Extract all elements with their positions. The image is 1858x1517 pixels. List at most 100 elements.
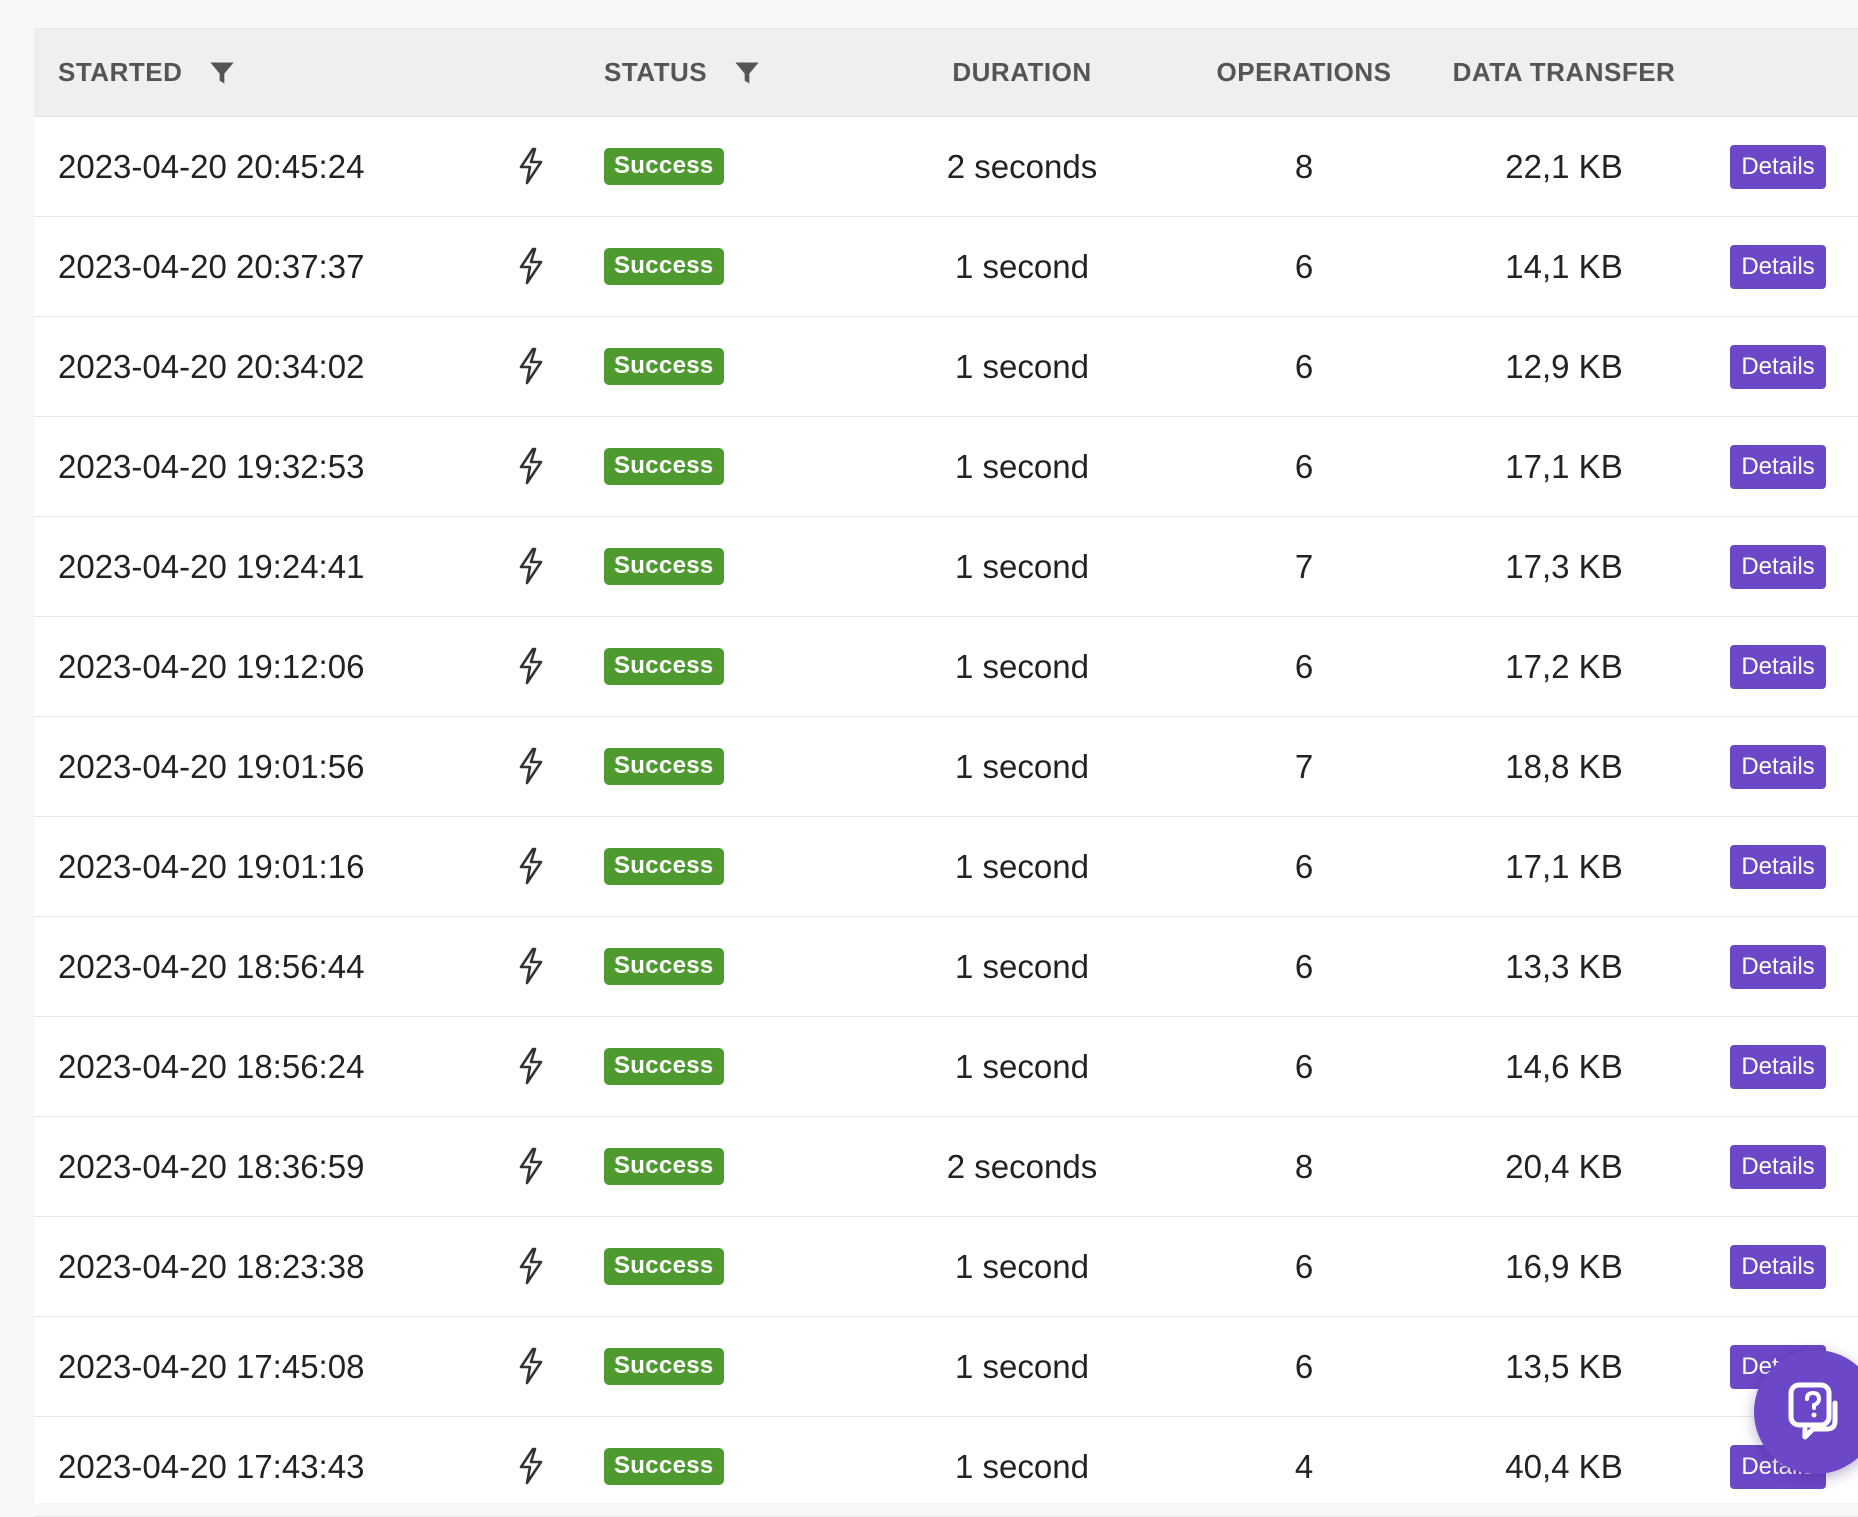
status-badge: Success xyxy=(604,1248,724,1285)
table-row: 2023-04-20 17:45:08 Success 1 second 6 13,5 … xyxy=(34,1317,1858,1417)
status-badge: Success xyxy=(604,1048,724,1085)
column-header-started-label: STARTED xyxy=(58,57,183,87)
duration-cell: 1 second xyxy=(955,1447,1089,1485)
lightning-bolt-icon xyxy=(516,647,546,685)
column-header-duration: DURATION xyxy=(872,29,1172,116)
status-badge: Success xyxy=(604,248,724,285)
table-row: 2023-04-20 18:56:44 Success 1 second 6 13,3 … xyxy=(34,917,1858,1017)
table-row: 2023-04-20 18:56:24 Success 1 second 6 14,6 … xyxy=(34,1017,1858,1117)
data-transfer-cell: 17,3 KB xyxy=(1505,547,1623,585)
operations-cell: 6 xyxy=(1294,1047,1314,1085)
details-button[interactable]: Details xyxy=(1730,545,1826,589)
filter-icon[interactable] xyxy=(208,59,236,87)
lightning-bolt-icon xyxy=(516,247,546,285)
table-header: STARTED STATUS DURATION OPERATIONS DATA … xyxy=(34,29,1858,117)
table-row: 2023-04-20 17:43:43 Success 1 second 4 40,4 … xyxy=(34,1417,1858,1517)
status-cell: Success xyxy=(604,1017,724,1116)
started-cell: 2023-04-20 17:45:08 xyxy=(58,1347,365,1385)
lightning-bolt-icon xyxy=(516,147,546,185)
column-header-started[interactable]: STARTED xyxy=(58,29,236,116)
started-cell: 2023-04-20 19:01:16 xyxy=(58,847,365,885)
operations-cell: 6 xyxy=(1294,247,1314,285)
column-header-operations-label: OPERATIONS xyxy=(1216,57,1392,87)
table-row: 2023-04-20 19:24:41 Success 1 second 7 17,3 … xyxy=(34,517,1858,617)
data-transfer-cell: 17,1 KB xyxy=(1505,447,1623,485)
data-transfer-cell: 22,1 KB xyxy=(1505,147,1623,185)
started-cell: 2023-04-20 19:32:53 xyxy=(58,447,365,485)
operations-cell: 7 xyxy=(1294,747,1314,785)
status-cell: Success xyxy=(604,817,724,916)
details-button[interactable]: Details xyxy=(1730,645,1826,689)
table-row: 2023-04-20 18:23:38 Success 1 second 6 16,9 … xyxy=(34,1217,1858,1317)
status-cell: Success xyxy=(604,617,724,716)
operations-cell: 6 xyxy=(1294,847,1314,885)
lightning-bolt-icon xyxy=(516,547,546,585)
details-button[interactable]: Details xyxy=(1730,945,1826,989)
data-transfer-cell: 13,5 KB xyxy=(1505,1347,1623,1385)
operations-cell: 6 xyxy=(1294,347,1314,385)
started-cell: 2023-04-20 20:37:37 xyxy=(58,247,365,285)
duration-cell: 1 second xyxy=(955,947,1089,985)
status-cell: Success xyxy=(604,1217,724,1316)
operations-cell: 4 xyxy=(1294,1447,1314,1485)
status-cell: Success xyxy=(604,117,724,216)
duration-cell: 1 second xyxy=(955,1047,1089,1085)
lightning-bolt-icon xyxy=(516,447,546,485)
details-button[interactable]: Details xyxy=(1730,145,1826,189)
data-transfer-cell: 12,9 KB xyxy=(1505,347,1623,385)
status-badge: Success xyxy=(604,1448,724,1485)
started-cell: 2023-04-20 17:43:43 xyxy=(58,1447,365,1485)
duration-cell: 1 second xyxy=(955,1347,1089,1385)
duration-cell: 1 second xyxy=(955,447,1089,485)
lightning-bolt-icon xyxy=(516,747,546,785)
status-badge: Success xyxy=(604,948,724,985)
data-transfer-cell: 17,1 KB xyxy=(1505,847,1623,885)
duration-cell: 2 seconds xyxy=(946,1147,1098,1185)
status-cell: Success xyxy=(604,1317,724,1416)
started-cell: 2023-04-20 20:45:24 xyxy=(58,147,365,185)
table-row: 2023-04-20 19:01:16 Success 1 second 6 17,1 … xyxy=(34,817,1858,917)
status-cell: Success xyxy=(604,717,724,816)
status-cell: Success xyxy=(604,1117,724,1216)
operations-cell: 6 xyxy=(1294,1247,1314,1285)
lightning-bolt-icon xyxy=(516,847,546,885)
details-button[interactable]: Details xyxy=(1730,1145,1826,1189)
lightning-bolt-icon xyxy=(516,347,546,385)
column-header-duration-label: DURATION xyxy=(952,57,1092,87)
details-button[interactable]: Details xyxy=(1730,245,1826,289)
operations-cell: 6 xyxy=(1294,947,1314,985)
details-button[interactable]: Details xyxy=(1730,1045,1826,1089)
operations-cell: 6 xyxy=(1294,1347,1314,1385)
duration-cell: 1 second xyxy=(955,647,1089,685)
details-button[interactable]: Details xyxy=(1730,445,1826,489)
started-cell: 2023-04-20 19:01:56 xyxy=(58,747,365,785)
filter-icon[interactable] xyxy=(733,59,761,87)
duration-cell: 1 second xyxy=(955,847,1089,885)
details-button[interactable]: Details xyxy=(1730,1245,1826,1289)
started-cell: 2023-04-20 18:23:38 xyxy=(58,1247,365,1285)
data-transfer-cell: 16,9 KB xyxy=(1505,1247,1623,1285)
duration-cell: 1 second xyxy=(955,247,1089,285)
status-badge: Success xyxy=(604,448,724,485)
table-row: 2023-04-20 19:12:06 Success 1 second 6 17,2 … xyxy=(34,617,1858,717)
status-cell: Success xyxy=(604,317,724,416)
data-transfer-cell: 13,3 KB xyxy=(1505,947,1623,985)
status-badge: Success xyxy=(604,1348,724,1385)
status-cell: Success xyxy=(604,917,724,1016)
duration-cell: 1 second xyxy=(955,547,1089,585)
details-button[interactable]: Details xyxy=(1730,745,1826,789)
column-header-status[interactable]: STATUS xyxy=(604,29,761,116)
started-cell: 2023-04-20 18:36:59 xyxy=(58,1147,365,1185)
status-badge: Success xyxy=(604,848,724,885)
table-row: 2023-04-20 19:32:53 Success 1 second 6 17,1 … xyxy=(34,417,1858,517)
operations-cell: 6 xyxy=(1294,447,1314,485)
status-badge: Success xyxy=(604,348,724,385)
duration-cell: 1 second xyxy=(955,347,1089,385)
lightning-bolt-icon xyxy=(516,1147,546,1185)
table-row: 2023-04-20 20:34:02 Success 1 second 6 12,9 … xyxy=(34,317,1858,417)
data-transfer-cell: 14,6 KB xyxy=(1505,1047,1623,1085)
sync-history-table: STARTED STATUS DURATION OPERATIONS DATA … xyxy=(34,28,1858,1517)
status-badge: Success xyxy=(604,148,724,185)
details-button[interactable]: Details xyxy=(1730,345,1826,389)
details-button[interactable]: Details xyxy=(1730,845,1826,889)
